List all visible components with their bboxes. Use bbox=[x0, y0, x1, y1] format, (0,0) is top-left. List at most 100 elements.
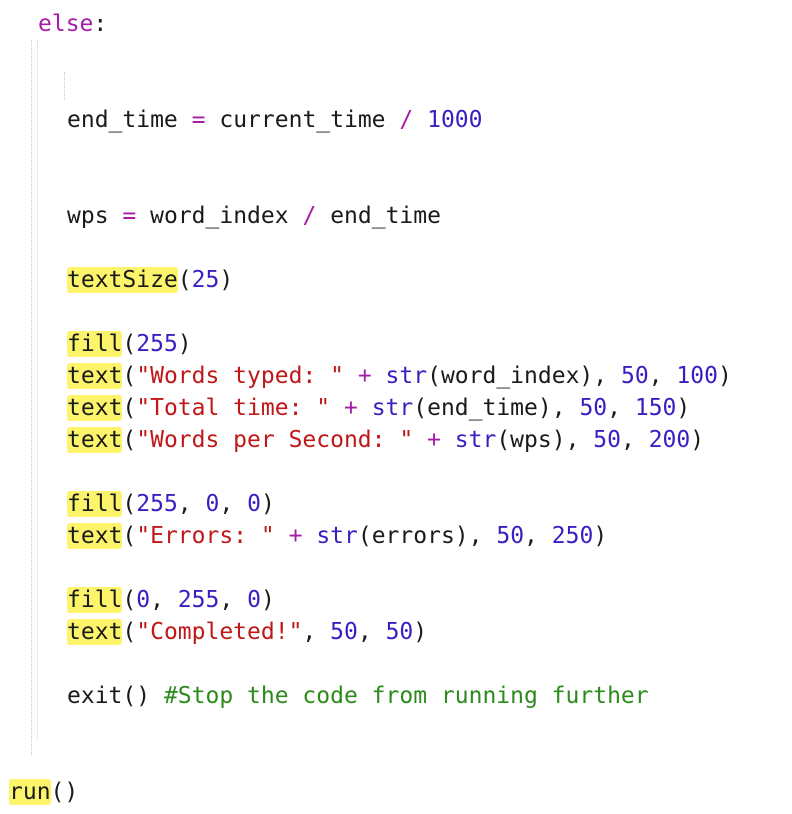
number: 1000 bbox=[427, 107, 483, 133]
paren: ) bbox=[690, 427, 705, 453]
comma: , bbox=[177, 491, 192, 517]
function-name: text bbox=[67, 363, 123, 389]
paren: ) bbox=[717, 363, 732, 389]
variable: end_time bbox=[67, 107, 178, 133]
code-line-fill: fill(0, 255, 0) bbox=[67, 586, 275, 614]
paren: ) bbox=[219, 267, 234, 293]
function-name: text bbox=[67, 523, 123, 549]
paren: () bbox=[50, 779, 79, 805]
code-line-text: text("Completed!", 50, 50) bbox=[67, 618, 427, 646]
argument: (wps), bbox=[496, 427, 580, 453]
number: 0 bbox=[247, 491, 261, 517]
builtin-call: str bbox=[454, 427, 497, 453]
paren: ( bbox=[122, 491, 137, 517]
argument: (errors), bbox=[357, 523, 483, 549]
variable: word_index bbox=[150, 203, 289, 229]
paren: ) bbox=[177, 331, 192, 357]
function-call: exit() bbox=[67, 683, 151, 709]
number: 255 bbox=[177, 587, 220, 613]
paren: ) bbox=[260, 587, 275, 613]
paren: ( bbox=[122, 363, 137, 389]
operator: + bbox=[343, 395, 358, 421]
number: 200 bbox=[648, 427, 691, 453]
indent-guide bbox=[31, 40, 32, 755]
function-name: text bbox=[67, 427, 123, 453]
comma: , bbox=[620, 427, 635, 453]
comma: , bbox=[219, 587, 234, 613]
code-line-textsize: textSize(25) bbox=[67, 266, 233, 294]
function-name: run bbox=[9, 779, 51, 805]
code-comment: #Stop the code from running further bbox=[163, 683, 649, 709]
number: 0 bbox=[136, 587, 151, 613]
comma: , bbox=[357, 619, 372, 645]
code-editor[interactable]: else: end_time = current_time / 1000 wps… bbox=[0, 0, 792, 814]
function-name: text bbox=[67, 395, 123, 421]
number: 0 bbox=[205, 491, 220, 517]
variable: wps bbox=[67, 203, 109, 229]
number: 50 bbox=[593, 427, 621, 453]
operator: + bbox=[357, 363, 372, 389]
code-line-wps: wps = word_index / end_time bbox=[67, 202, 441, 230]
paren: ) bbox=[413, 619, 428, 645]
number: 100 bbox=[676, 363, 718, 389]
function-name: textSize bbox=[67, 267, 178, 293]
string-literal: "Words per Second: " bbox=[136, 427, 414, 453]
paren: ( bbox=[122, 427, 137, 453]
function-name: fill bbox=[67, 587, 123, 613]
function-name: fill bbox=[67, 491, 123, 517]
comma: , bbox=[219, 491, 234, 517]
string-literal: "Completed!" bbox=[136, 619, 303, 645]
comma: , bbox=[302, 619, 317, 645]
comma: , bbox=[524, 523, 538, 549]
indent-guide bbox=[37, 40, 38, 740]
variable: end_time bbox=[330, 203, 441, 229]
number: 25 bbox=[191, 267, 220, 293]
code-line-text: text("Errors: " + str(errors), 50, 250) bbox=[67, 522, 607, 550]
code-line-text: text("Words typed: " + str(word_index), … bbox=[67, 362, 732, 390]
paren: ( bbox=[122, 619, 137, 645]
argument: (word_index), bbox=[427, 363, 608, 389]
function-name: text bbox=[67, 619, 123, 645]
paren: ( bbox=[177, 267, 192, 293]
paren: ( bbox=[122, 395, 137, 421]
comma: , bbox=[150, 587, 164, 613]
number: 50 bbox=[620, 363, 649, 389]
keyword-else: else bbox=[38, 11, 94, 37]
builtin-call: str bbox=[371, 395, 414, 421]
number: 50 bbox=[330, 619, 358, 645]
operator: / bbox=[302, 203, 317, 229]
string-literal: "Words typed: " bbox=[136, 363, 344, 389]
code-line-end-time: end_time = current_time / 1000 bbox=[67, 106, 483, 134]
code-line-text: text("Total time: " + str(end_time), 50,… bbox=[67, 394, 690, 422]
comma: , bbox=[648, 363, 663, 389]
code-line-run: run() bbox=[9, 778, 78, 806]
number: 50 bbox=[579, 395, 608, 421]
builtin-call: str bbox=[385, 363, 428, 389]
code-line-exit: exit() #Stop the code from running furth… bbox=[67, 682, 649, 710]
string-literal: "Total time: " bbox=[136, 395, 331, 421]
string-literal: "Errors: " bbox=[136, 523, 275, 549]
number: 50 bbox=[496, 523, 525, 549]
variable: current_time bbox=[219, 107, 386, 133]
paren: ( bbox=[122, 587, 137, 613]
number: 250 bbox=[551, 523, 594, 549]
operator: + bbox=[427, 427, 441, 453]
colon: : bbox=[93, 11, 108, 37]
operator: + bbox=[288, 523, 303, 549]
number: 255 bbox=[136, 331, 178, 357]
paren: ( bbox=[122, 523, 137, 549]
paren: ) bbox=[593, 523, 608, 549]
code-line-fill: fill(255, 0, 0) bbox=[67, 490, 275, 518]
number: 50 bbox=[385, 619, 414, 645]
paren: ) bbox=[260, 491, 275, 517]
number: 0 bbox=[247, 587, 261, 613]
operator: = bbox=[191, 107, 206, 133]
paren: ) bbox=[676, 395, 691, 421]
comma: , bbox=[607, 395, 621, 421]
code-line-else: else: bbox=[38, 10, 107, 38]
function-name: fill bbox=[67, 331, 123, 357]
number: 255 bbox=[136, 491, 178, 517]
operator: / bbox=[399, 107, 414, 133]
builtin-call: str bbox=[316, 523, 358, 549]
code-line-text: text("Words per Second: " + str(wps), 50… bbox=[67, 426, 704, 454]
